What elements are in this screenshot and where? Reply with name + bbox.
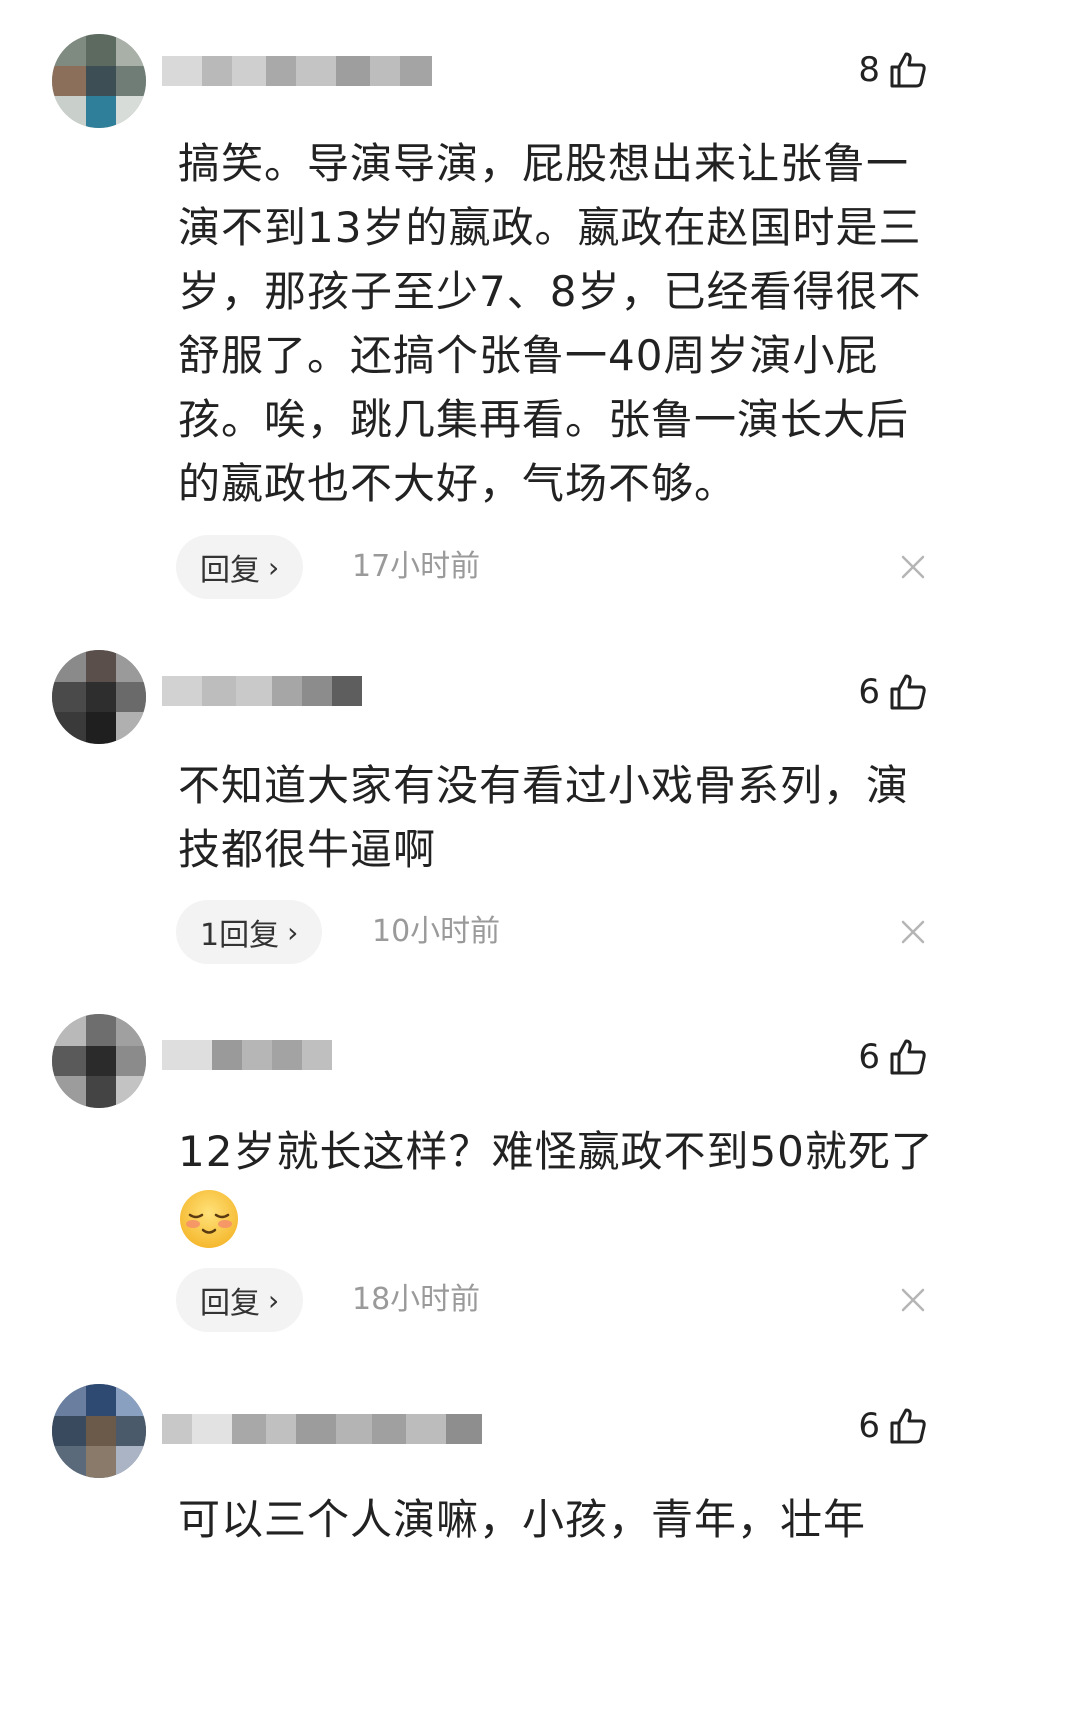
avatar[interactable] (52, 1014, 146, 1108)
reply-button[interactable]: 1回复 › (176, 900, 323, 964)
comment-text: 可以三个人演嘛，小孩，青年，壮年 (178, 1495, 867, 1544)
username-blurred[interactable] (162, 1414, 482, 1444)
username-blurred[interactable] (162, 1040, 332, 1070)
like-button[interactable]: 6 (858, 670, 928, 714)
comment-text: 不知道大家有没有看过小戏骨系列，演技都很牛逼啊 (178, 761, 910, 874)
thumbs-up-icon (890, 674, 926, 710)
avatar[interactable] (52, 1384, 146, 1478)
thumbs-up-icon (890, 1039, 926, 1075)
reply-label: 回复 (200, 553, 260, 588)
like-count: 8 (858, 50, 880, 90)
thumbs-up-icon (890, 52, 926, 88)
comment-text: 搞笑。导演导演，屁股想出来让张鲁一演不到13岁的嬴政。嬴政在赵国时是三岁，那孩子… (178, 139, 922, 508)
close-icon[interactable] (900, 554, 926, 580)
shy-smile-emoji (180, 1189, 238, 1248)
avatar[interactable] (52, 650, 146, 744)
comment-text: 12岁就长这样？难怪嬴政不到50就死了 (178, 1127, 934, 1176)
username-blurred[interactable] (162, 676, 362, 706)
reply-label: 回复 (200, 1286, 260, 1321)
chevron-right-icon: › (268, 1283, 280, 1317)
like-button[interactable]: 6 (858, 1404, 928, 1448)
reply-label: 1回复 (200, 918, 280, 953)
like-count: 6 (858, 1406, 880, 1446)
like-button[interactable]: 6 (858, 1035, 928, 1079)
username-blurred[interactable] (162, 56, 432, 86)
comment-time: 18小时前 (352, 1282, 481, 1317)
close-icon[interactable] (900, 1287, 926, 1313)
avatar[interactable] (52, 34, 146, 128)
comment-time: 17小时前 (352, 549, 481, 584)
reply-button[interactable]: 回复 › (176, 535, 304, 599)
reply-button[interactable]: 回复 › (176, 1268, 304, 1332)
like-count: 6 (858, 672, 880, 712)
chevron-right-icon: › (287, 915, 299, 949)
comment-time: 10小时前 (372, 914, 501, 949)
like-button[interactable]: 8 (858, 48, 928, 92)
comment-body: 12岁就长这样？难怪嬴政不到50就死了 (178, 1120, 948, 1250)
chevron-right-icon: › (268, 550, 280, 584)
thumbs-up-icon (890, 1408, 926, 1444)
comment-list: 8 搞笑。导演导演，屁股想出来让张鲁一演不到13岁的嬴政。嬴政在赵国时是三岁，那… (0, 0, 1000, 1568)
close-icon[interactable] (900, 919, 926, 945)
like-count: 6 (858, 1037, 880, 1077)
